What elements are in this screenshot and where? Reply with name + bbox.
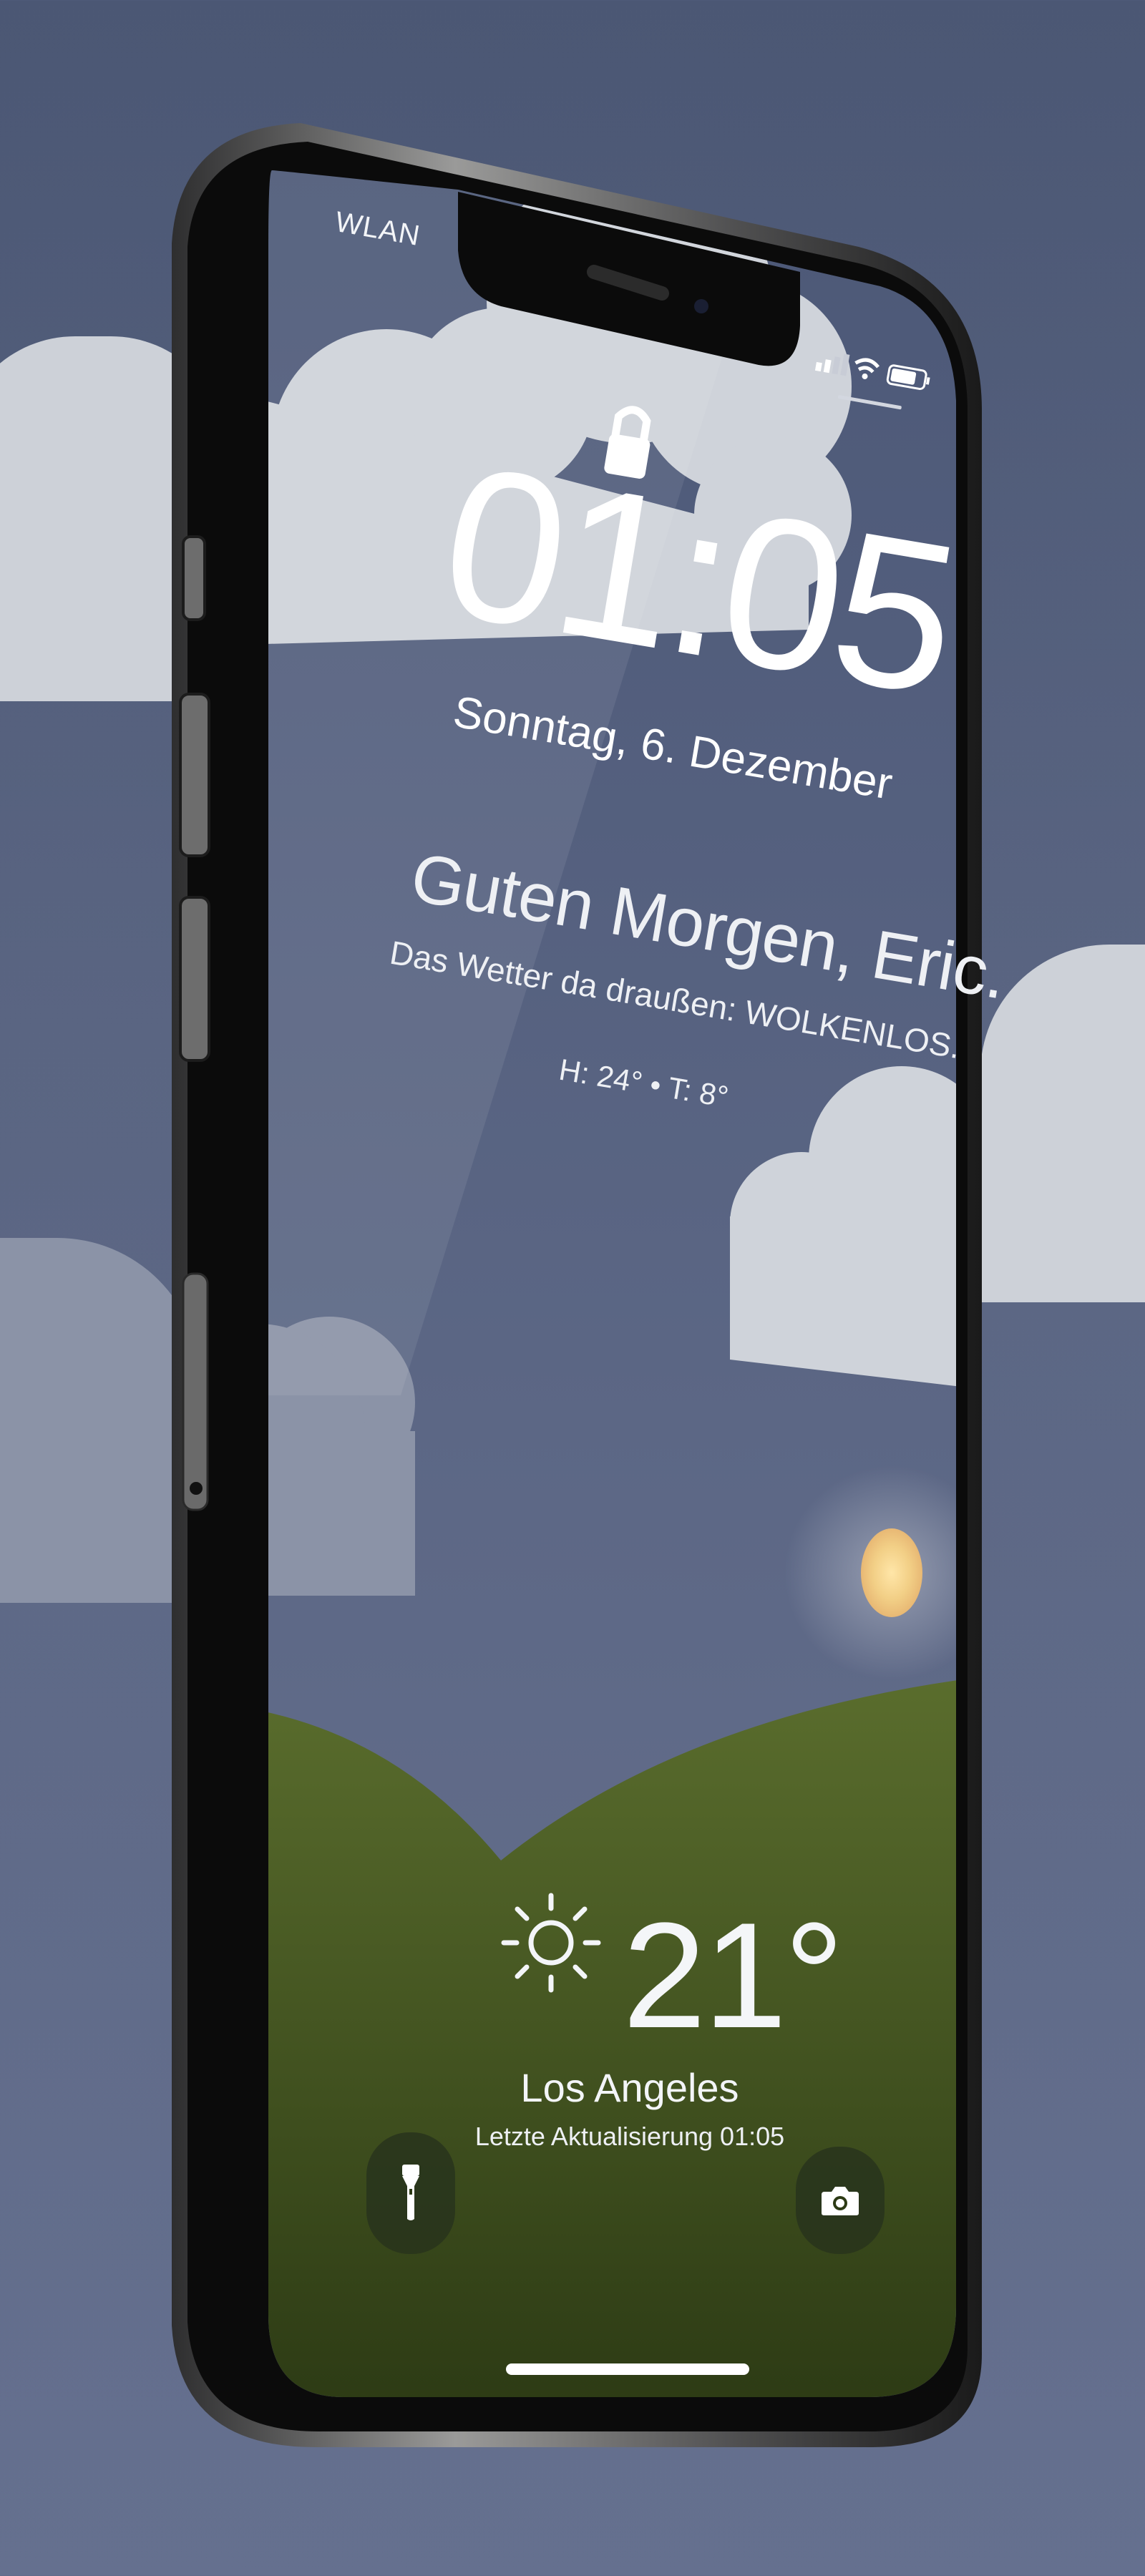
- weather-city: Los Angeles: [520, 2065, 739, 2110]
- last-update-text: Letzte Aktualisierung 01:05: [474, 2122, 785, 2151]
- phone-illustration: [172, 123, 982, 2447]
- flashlight-button[interactable]: [366, 2132, 455, 2254]
- flashlight-icon: [402, 2165, 419, 2220]
- camera-button[interactable]: [796, 2147, 885, 2254]
- home-indicator[interactable]: [506, 2363, 749, 2375]
- current-temperature: 21°: [623, 1891, 844, 2059]
- camera-icon: [822, 2187, 859, 2215]
- phone-mockup: WLAN 01:05 Sonntag, 6. Dezember Guten Mo…: [0, 0, 1145, 2576]
